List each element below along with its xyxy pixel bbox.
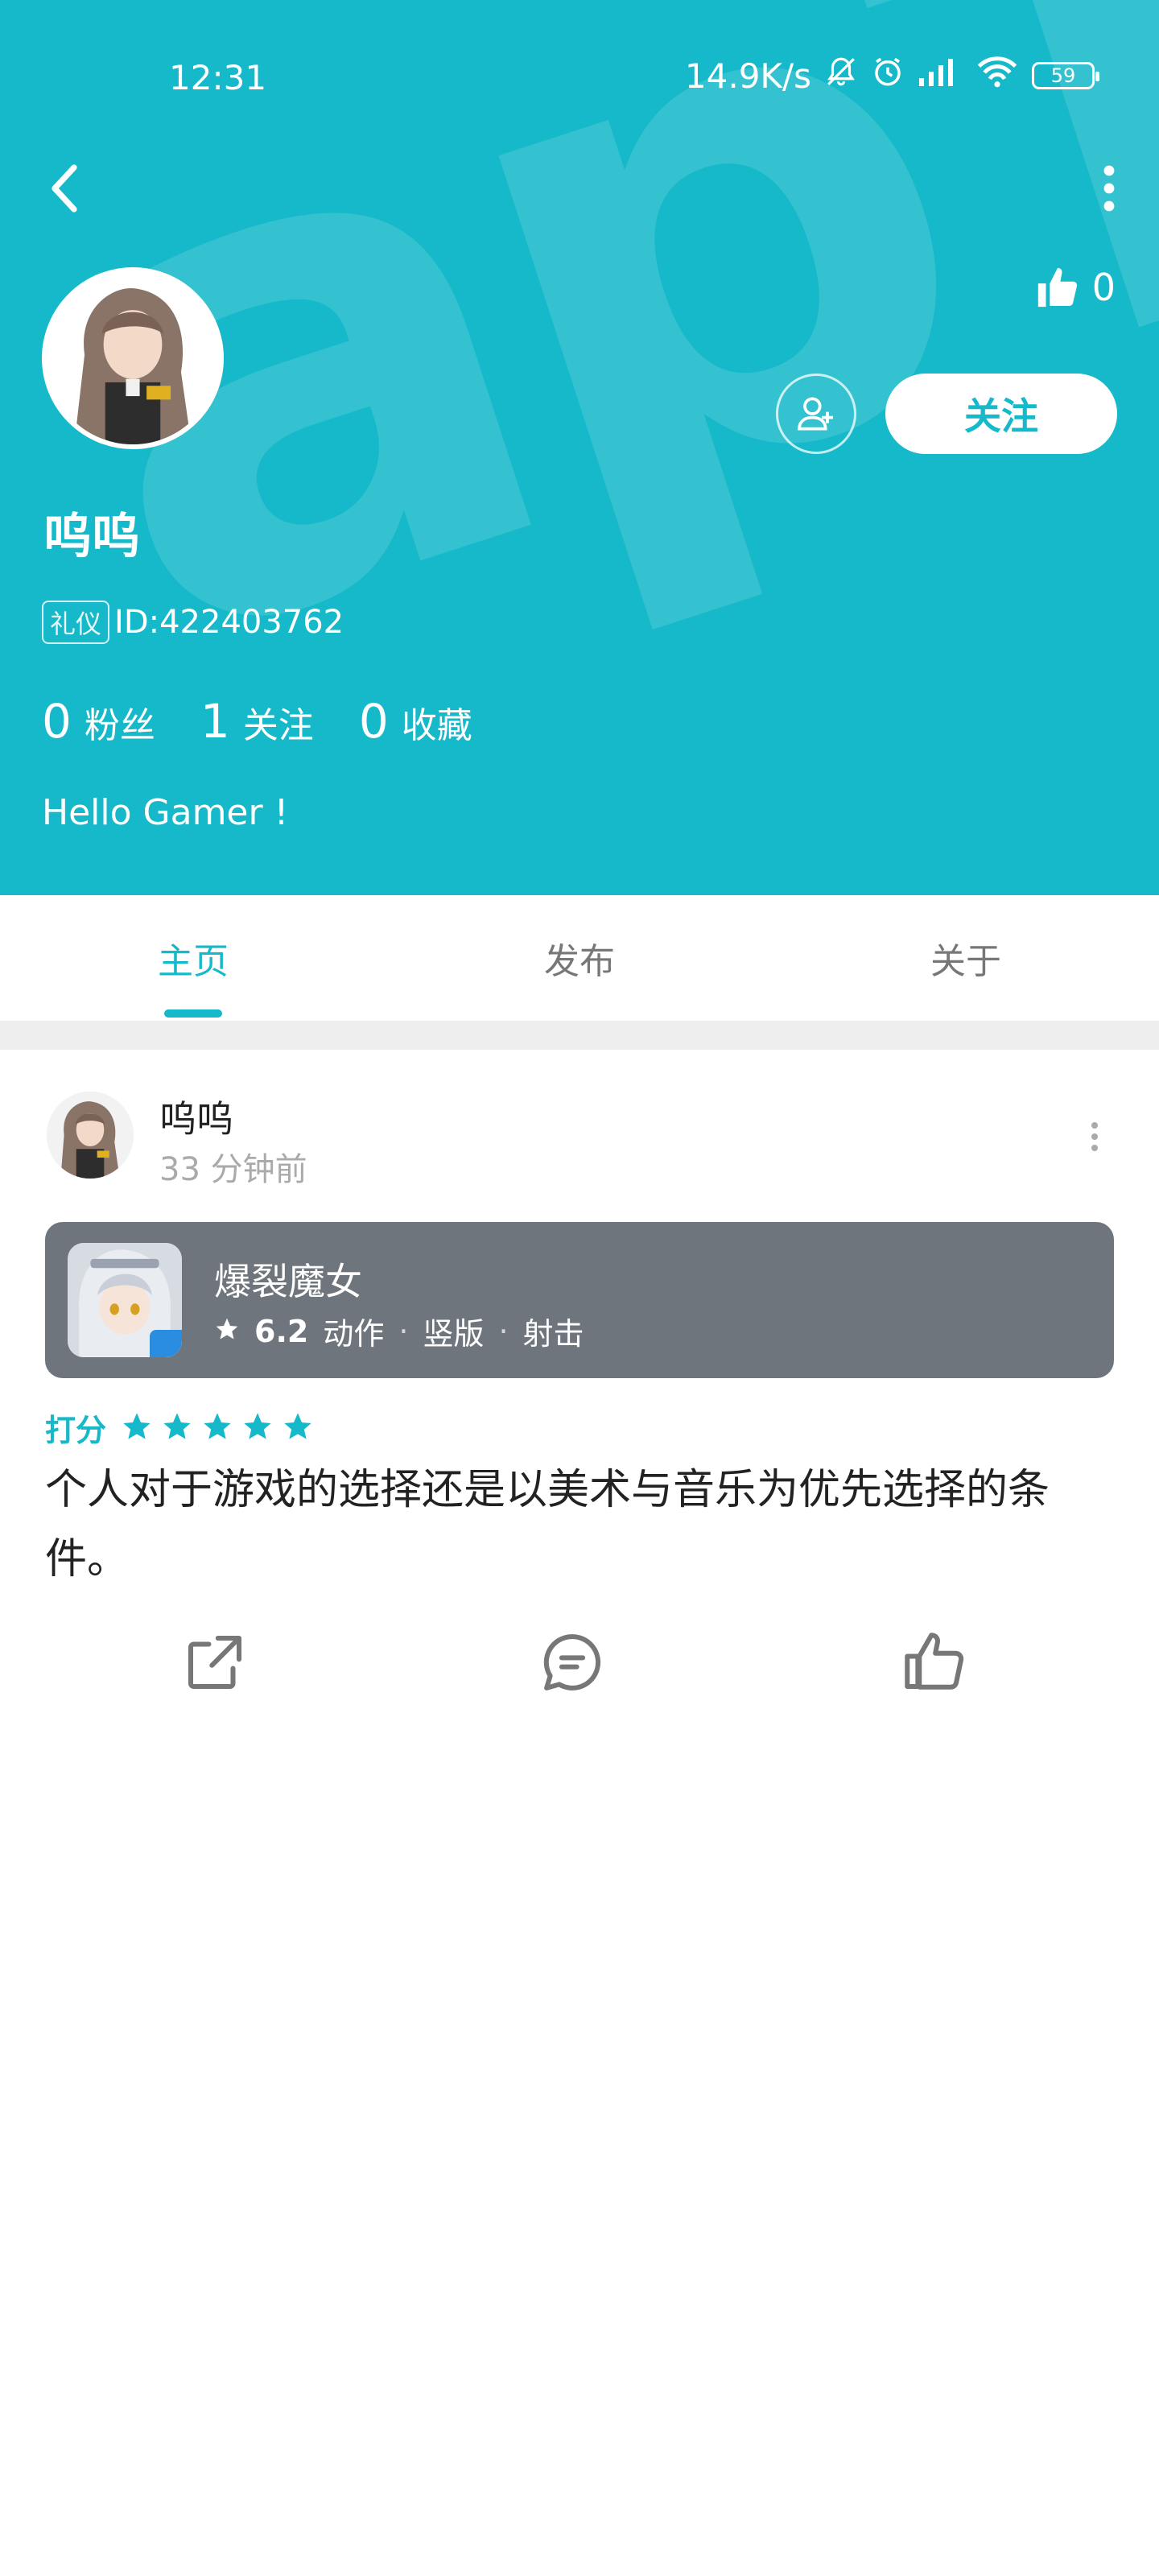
rating-row: 打分 — [45, 1406, 314, 1450]
like-button[interactable] — [898, 1626, 971, 1699]
more-icon — [1103, 165, 1115, 212]
comment-button[interactable] — [536, 1626, 608, 1699]
signal-icon — [918, 55, 963, 97]
share-icon — [188, 1636, 241, 1689]
back-button[interactable] — [42, 158, 90, 219]
profile-header: apTap 12:31 14.9K/s 59 0 关注 呜呜 礼仪 ID:422… — [0, 0, 1159, 895]
game-score: 6.2 — [254, 1313, 309, 1349]
separator-dot: · — [498, 1313, 509, 1349]
profile-id-row: 礼仪 ID:422403762 — [42, 601, 344, 644]
add-friend-button[interactable] — [776, 374, 856, 454]
thumbs-up-icon — [1037, 267, 1077, 308]
network-speed: 14.9K/s — [684, 56, 811, 96]
follow-button[interactable]: 关注 — [885, 374, 1117, 454]
game-tag: 射击 — [522, 1316, 584, 1352]
wifi-icon — [975, 55, 1019, 97]
comment-icon — [543, 1634, 601, 1690]
star-icon — [241, 1410, 274, 1446]
post-more-button[interactable] — [1087, 1119, 1103, 1154]
add-friend-icon — [798, 397, 833, 431]
more-button[interactable] — [1093, 158, 1125, 219]
alarm-icon — [871, 55, 905, 97]
star-icon — [201, 1410, 233, 1446]
profile-name: 呜呜 — [43, 509, 140, 565]
stat-fans[interactable]: 0 粉丝 — [42, 694, 155, 749]
separator-dot: · — [398, 1313, 409, 1349]
mute-icon — [824, 55, 858, 97]
stat-following[interactable]: 1 关注 — [200, 694, 314, 749]
tab-about[interactable]: 关于 — [773, 895, 1159, 1021]
rating-label: 打分 — [45, 1413, 107, 1448]
profile-tabs: 主页 发布 关于 — [0, 895, 1159, 1021]
like-icon — [905, 1633, 964, 1690]
post-author-name[interactable]: 呜呜 — [159, 1090, 233, 1143]
section-divider — [0, 1021, 1159, 1050]
star-icon — [214, 1314, 240, 1349]
game-tag: 竖版 — [423, 1316, 485, 1352]
stat-favorites[interactable]: 0 收藏 — [359, 694, 472, 749]
profile-stats: 0 粉丝 1 关注 0 收藏 — [42, 694, 472, 749]
tab-home[interactable]: 主页 — [0, 895, 386, 1021]
status-bar-right: 14.9K/s 59 — [684, 55, 1099, 97]
tab-posts[interactable]: 发布 — [386, 895, 773, 1021]
review-text: 个人对于游戏的选择还是以美术与音乐为优先选择的条件。 — [45, 1466, 1050, 1583]
game-tag: 动作 — [323, 1316, 385, 1352]
profile-id: ID:422403762 — [114, 604, 344, 641]
post-time: 33 分钟前 — [159, 1151, 307, 1188]
battery-icon: 59 — [1032, 62, 1099, 89]
back-icon — [52, 164, 77, 213]
bilibili-badge-icon — [150, 1330, 182, 1357]
game-card[interactable]: 爆裂魔女 6.2 动作 · 竖版 · 射击 — [45, 1222, 1114, 1378]
status-time: 12:31 — [169, 58, 267, 97]
post-actions — [0, 1626, 1159, 1699]
game-title: 爆裂魔女 — [214, 1260, 362, 1303]
profile-bio: Hello Gamer ! — [42, 792, 289, 833]
star-icon — [161, 1410, 193, 1446]
star-icon — [121, 1410, 153, 1446]
profile-likes[interactable]: 0 — [1034, 264, 1116, 311]
post-author-avatar[interactable] — [47, 1092, 134, 1179]
game-meta: 6.2 动作 · 竖版 · 射击 — [214, 1309, 584, 1353]
likes-count: 0 — [1091, 266, 1116, 309]
game-icon — [68, 1243, 182, 1357]
title-badge: 礼仪 — [42, 601, 110, 644]
avatar[interactable] — [42, 267, 224, 449]
share-button[interactable] — [179, 1626, 251, 1699]
more-icon — [1091, 1122, 1098, 1151]
star-icon — [282, 1410, 314, 1446]
